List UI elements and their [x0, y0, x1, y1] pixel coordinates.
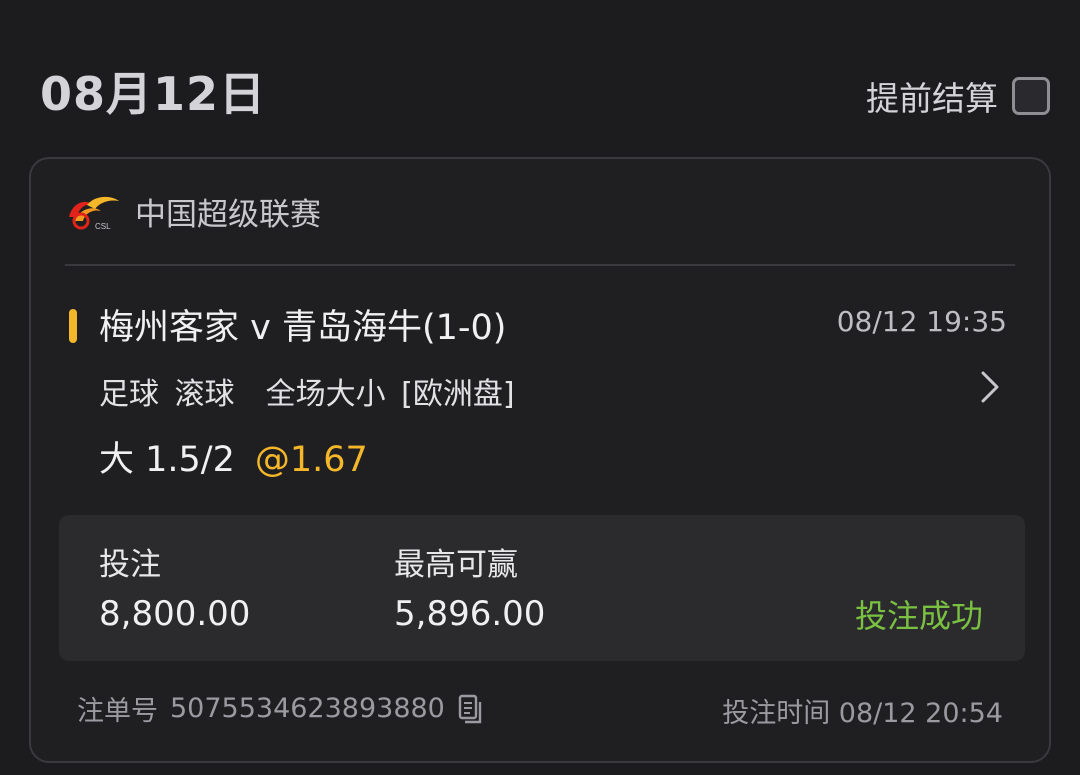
selection: 大 1.5/2: [99, 440, 235, 480]
svg-text:CSL: CSL: [95, 222, 111, 231]
selection-row: 大 1.5/2 @1.67: [99, 431, 368, 482]
csl-logo-icon: CSL: [69, 196, 119, 231]
order-no-label: 注单号: [77, 696, 158, 727]
divider: [65, 264, 1015, 266]
league-row: CSL 中国超级联赛: [65, 189, 321, 234]
bet-type: 足球 滚球 全场大小 [欧洲盘]: [99, 377, 515, 412]
checkbox-unchecked-icon[interactable]: [1012, 77, 1050, 115]
date-header: 08月12日: [40, 67, 267, 121]
stake-label: 投注: [99, 547, 161, 583]
order-number: 注单号 5075534623893880: [77, 689, 483, 728]
stake-column: 投注 8,800.00: [99, 539, 250, 634]
max-win-label: 最高可赢: [394, 547, 518, 583]
stake-value: 8,800.00: [99, 594, 251, 634]
status-badge: 投注成功: [854, 597, 983, 635]
match-title: 梅州客家 v 青岛海牛(1-0): [99, 308, 507, 348]
bet-card: CSL 中国超级联赛 梅州客家 v 青岛海牛(1-0) 08/12 19:35 …: [29, 157, 1051, 763]
league-name: 中国超级联赛: [135, 197, 321, 233]
early-settle-toggle[interactable]: 提前结算: [866, 72, 1050, 120]
max-win-value: 5,896.00: [394, 594, 546, 634]
match-time: 08/12 19:35: [836, 305, 1007, 338]
copy-icon[interactable]: [457, 693, 483, 725]
accent-bar: [69, 309, 77, 343]
bet-record-page: 08月12日 提前结算 CSL 中国超级联赛 梅州客家 v 青岛海牛(1-0) …: [0, 0, 1080, 775]
stake-box: 投注 8,800.00 最高可赢 5,896.00 投注成功: [59, 515, 1025, 661]
odds: @1.67: [254, 440, 368, 480]
order-no-value: 5075534623893880: [170, 693, 445, 724]
early-settle-label: 提前结算: [866, 79, 998, 118]
chevron-right-icon[interactable]: [975, 367, 1005, 407]
max-win-column: 最高可赢 5,896.00: [394, 539, 545, 634]
bet-time: 投注时间 08/12 20:54: [722, 698, 1003, 729]
